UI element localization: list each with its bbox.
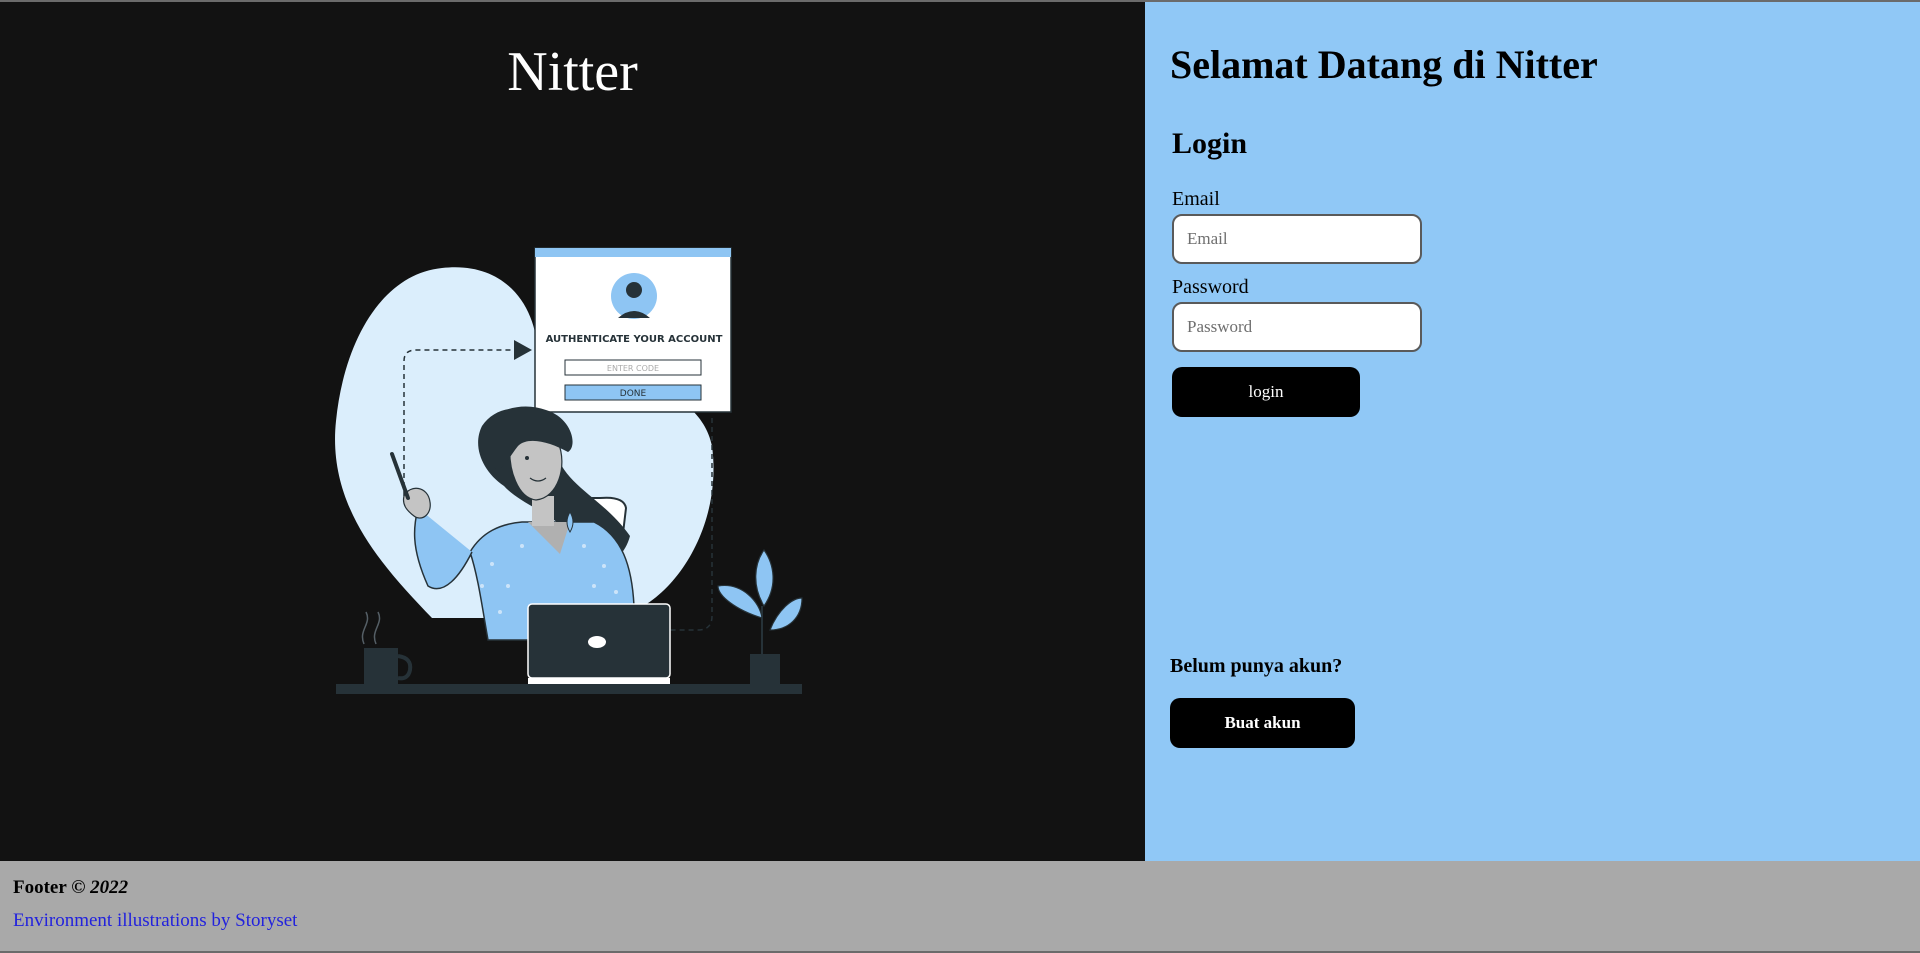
footer <box>0 861 1920 953</box>
create-account-button[interactable]: Buat akun <box>1170 698 1355 748</box>
welcome-heading: Selamat Datang di Nitter <box>1170 42 1598 87</box>
password-field[interactable] <box>1172 302 1422 352</box>
auth-card-done: DONE <box>620 389 647 399</box>
brand-title: Nitter <box>507 41 638 103</box>
storyset-credit-link[interactable]: Environment illustrations by Storyset <box>13 909 297 933</box>
footer-copyright: Footer © 2022 <box>13 876 128 900</box>
auth-card-code-placeholder: ENTER CODE <box>607 364 659 373</box>
footer-year: 2022 <box>90 877 129 898</box>
authentication-illustration: AUTHENTICATE YOUR ACCOUNT ENTER CODE DON… <box>335 247 803 694</box>
login-button[interactable]: login <box>1172 367 1360 417</box>
auth-card-title: AUTHENTICATE YOUR ACCOUNT <box>546 334 723 345</box>
footer-label: Footer © <box>13 877 86 898</box>
email-field[interactable] <box>1172 214 1422 264</box>
login-heading: Login <box>1172 127 1248 160</box>
signup-question: Belum punya akun? <box>1170 655 1343 677</box>
email-label: Email <box>1172 188 1220 210</box>
password-label: Password <box>1172 276 1249 298</box>
